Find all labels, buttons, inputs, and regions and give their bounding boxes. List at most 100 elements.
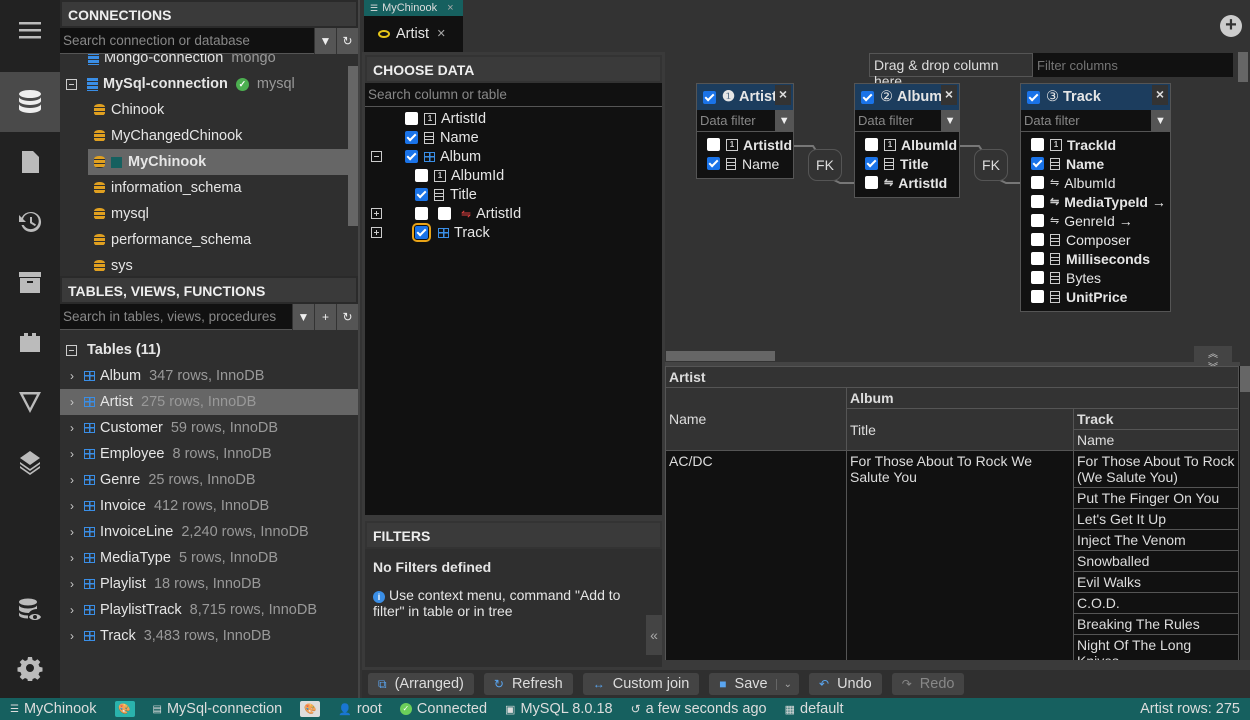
chevron-right-icon[interactable]: › — [60, 421, 84, 435]
checkbox[interactable] — [707, 138, 720, 151]
checkbox[interactable] — [415, 169, 428, 182]
designer-column[interactable]: 1 AlbumId — [855, 135, 959, 154]
checkbox[interactable] — [1031, 138, 1044, 151]
connection-item-mysql[interactable]: MySql-connection ✓ mysql — [66, 71, 295, 97]
database-item-selected[interactable]: MyChinook — [88, 149, 348, 175]
designer-column[interactable]: Name — [697, 154, 793, 173]
table-item[interactable]: › Album 347 rows, InnoDB — [60, 363, 358, 389]
designer-table-artist[interactable]: ❶Artist× ▼ 1ArtistId Name — [696, 83, 794, 179]
database-item[interactable]: sys — [94, 253, 133, 276]
close-icon[interactable]: × — [437, 26, 445, 42]
designer-column[interactable]: Name — [1021, 154, 1170, 173]
tree-item[interactable]: Name — [405, 128, 479, 147]
designer-column[interactable]: Title — [855, 154, 959, 173]
chevron-right-icon[interactable]: › — [60, 525, 84, 539]
table-item[interactable]: › Artist 275 rows, InnoDB — [60, 389, 358, 415]
header-album-title[interactable]: Title — [846, 408, 1074, 451]
tables-search-input[interactable] — [60, 304, 292, 329]
palette-icon[interactable]: 🎨 — [114, 701, 135, 717]
cell-album-title[interactable]: For Those About To Rock We Salute You — [846, 450, 1074, 660]
column-search-input[interactable] — [365, 83, 662, 106]
tables-group[interactable]: Tables (11) — [66, 337, 161, 363]
database-item[interactable]: performance_schema — [94, 227, 251, 253]
custom-join-button[interactable]: ↔ Custom join — [582, 673, 700, 695]
fk-join-album-track[interactable]: FK — [974, 149, 1008, 181]
checkbox[interactable] — [405, 112, 418, 125]
palette-icon[interactable]: 🎨 — [300, 701, 321, 717]
close-icon[interactable]: × — [775, 85, 791, 105]
designer-table-header[interactable]: ❶ Artist × — [697, 84, 793, 110]
status-database[interactable]: ☰ MyChinook — [10, 701, 97, 717]
checkbox[interactable] — [1031, 157, 1044, 170]
settings-icon[interactable] — [0, 638, 60, 698]
chevron-right-icon[interactable]: › — [60, 447, 84, 461]
chevron-right-icon[interactable]: › — [60, 551, 84, 565]
database-item[interactable]: MyChangedChinook — [94, 123, 242, 149]
header-album[interactable]: Album — [845, 387, 1240, 409]
designer-table-header[interactable]: ② Album × — [855, 84, 959, 110]
designer-column[interactable]: 1 TrackId — [1021, 135, 1170, 154]
cell-track-name[interactable]: Let's Get It Up — [1072, 508, 1240, 530]
designer-column[interactable]: ⇋ AlbumId — [1021, 173, 1170, 192]
refresh-icon[interactable]: ↻ — [336, 304, 358, 330]
checkbox[interactable] — [861, 90, 874, 104]
table-item[interactable]: › InvoiceLine 2,240 rows, InnoDB — [60, 519, 358, 545]
cell-artist-name[interactable]: AC/DC — [665, 450, 847, 660]
expand-icon[interactable] — [371, 208, 382, 219]
cell-track-name[interactable]: C.O.D. — [1072, 592, 1240, 614]
header-artist[interactable]: Artist — [665, 366, 1240, 388]
close-icon[interactable]: × — [447, 2, 453, 14]
checkbox[interactable] — [412, 223, 431, 242]
collapse-panel-button[interactable]: « — [646, 615, 662, 655]
designer-column[interactable]: ⇋ MediaTypeId → — [1021, 192, 1170, 211]
filter-triangle-icon[interactable] — [0, 372, 60, 432]
tree-item[interactable]: Title — [415, 185, 477, 204]
chevron-right-icon[interactable]: › — [60, 603, 84, 617]
checkbox[interactable] — [865, 157, 878, 170]
chevron-right-icon[interactable]: › — [60, 369, 84, 383]
save-dropdown-icon[interactable]: ⌄ — [775, 678, 799, 690]
filter-icon[interactable]: ▼ — [314, 28, 336, 54]
cell-track-name[interactable]: Inject The Venom — [1072, 529, 1240, 551]
cell-track-name[interactable]: Put The Finger On You — [1072, 487, 1240, 509]
table-item[interactable]: › PlaylistTrack 8,715 rows, InnoDB — [60, 597, 358, 623]
fk-join-artist-album[interactable]: FK — [808, 149, 842, 181]
checkbox[interactable] — [1031, 176, 1044, 189]
redo-button[interactable]: ↷ Redo — [891, 673, 965, 695]
checkbox[interactable] — [438, 207, 451, 220]
checkbox[interactable] — [703, 90, 716, 104]
table-item[interactable]: › MediaType 5 rows, InnoDB — [60, 545, 358, 571]
header-artist-name[interactable]: Name — [665, 387, 847, 451]
tree-item[interactable]: Track — [371, 223, 490, 242]
chevron-right-icon[interactable]: › — [60, 473, 84, 487]
tree-item[interactable]: 1 AlbumId — [415, 166, 504, 185]
tree-item[interactable]: 1 ArtistId — [405, 109, 486, 128]
table-item[interactable]: › Playlist 18 rows, InnoDB — [60, 571, 358, 597]
tab-database[interactable]: ☰ MyChinook × — [364, 0, 463, 16]
designer-column[interactable]: UnitPrice — [1021, 287, 1170, 306]
checkbox[interactable] — [405, 131, 418, 144]
data-filter-input[interactable] — [855, 110, 942, 131]
horizontal-scrollbar[interactable] — [666, 351, 775, 361]
filter-icon[interactable]: ▼ — [941, 110, 959, 131]
checkbox[interactable] — [1031, 214, 1044, 227]
checkbox[interactable] — [405, 150, 418, 163]
add-tab-icon[interactable]: + — [1220, 15, 1242, 37]
checkbox[interactable] — [1027, 90, 1040, 104]
checkbox[interactable] — [865, 176, 878, 189]
database-icon[interactable] — [0, 72, 60, 132]
cell-track-name[interactable]: Evil Walks — [1072, 571, 1240, 593]
undo-button[interactable]: ↶ Undo — [809, 673, 882, 695]
designer-column[interactable]: ⇋ GenreId → — [1021, 211, 1170, 230]
database-eye-icon[interactable] — [0, 580, 60, 640]
plugin-icon[interactable] — [0, 312, 60, 372]
checkbox[interactable] — [1031, 233, 1044, 246]
designer-column[interactable]: Bytes — [1021, 268, 1170, 287]
header-track-name[interactable]: Name — [1072, 429, 1240, 451]
designer-table-header[interactable]: ③ Track × — [1021, 84, 1170, 110]
archive-icon[interactable] — [0, 252, 60, 312]
refresh-icon[interactable]: ↻ — [336, 28, 358, 54]
designer-column[interactable]: 1 ArtistId — [697, 135, 793, 154]
designer-column[interactable]: ⇋ ArtistId — [855, 173, 959, 192]
filter-icon[interactable]: ▼ — [775, 110, 793, 131]
